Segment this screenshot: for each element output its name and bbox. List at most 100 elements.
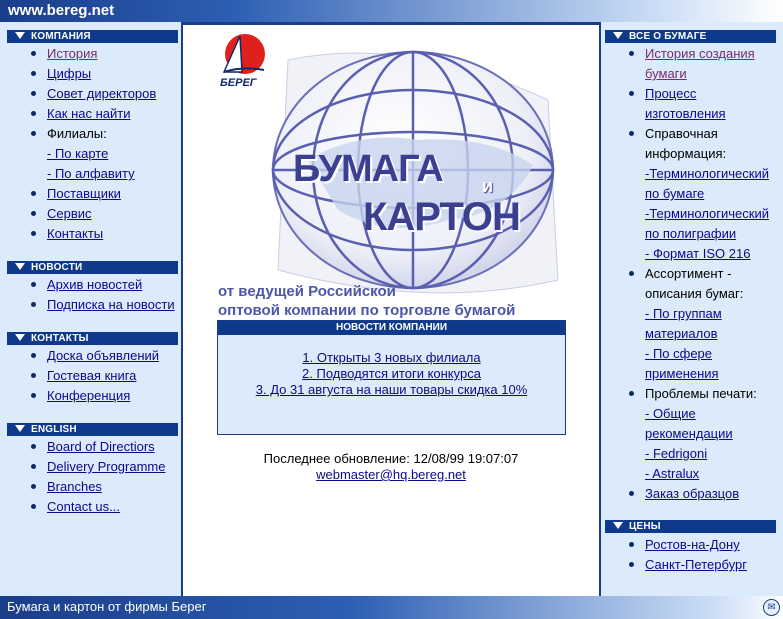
sidebar-item-numbers[interactable]: Цифры bbox=[31, 64, 91, 84]
right-item-samples[interactable]: Заказ образцов bbox=[629, 484, 739, 504]
sidebar-item-by-map[interactable]: - По карте bbox=[47, 144, 108, 164]
link-general-cont[interactable]: рекомендации bbox=[645, 426, 733, 441]
link-astralux[interactable]: - Astralux bbox=[645, 466, 699, 481]
triangle-down-icon bbox=[15, 425, 25, 432]
news-link-1[interactable]: 1. Открыты 3 новых филиала bbox=[302, 350, 480, 365]
right-item-astralux[interactable]: - Astralux bbox=[645, 464, 699, 484]
link-terms-print[interactable]: -Терминологический bbox=[645, 206, 769, 221]
sidebar-item-history[interactable]: История bbox=[31, 44, 97, 64]
triangle-down-icon bbox=[613, 32, 623, 39]
news-item[interactable]: 2. Подводятся итоги конкурса bbox=[218, 366, 565, 381]
right-item-by-use-cont[interactable]: применения bbox=[645, 364, 719, 384]
news-link-3[interactable]: 3. До 31 августа на наши товары скидка 1… bbox=[256, 382, 528, 397]
section-title: КОНТАКТЫ bbox=[31, 333, 89, 344]
link-en-contact[interactable]: Contact us... bbox=[47, 499, 120, 514]
link-location[interactable]: Как нас найти bbox=[47, 106, 131, 121]
link-board[interactable]: Совет директоров bbox=[47, 86, 156, 101]
right-item-by-use[interactable]: - По сфере bbox=[645, 344, 712, 364]
link-service[interactable]: Сервис bbox=[47, 206, 92, 221]
sidebar-item-alphabet[interactable]: - По алфавиту bbox=[47, 164, 135, 184]
right-item-fedrigoni[interactable]: - Fedrigoni bbox=[645, 444, 707, 464]
mail-icon[interactable]: ✉ bbox=[763, 599, 780, 616]
link-history[interactable]: История bbox=[47, 46, 97, 61]
link-by-map[interactable]: - По карте bbox=[47, 146, 108, 161]
link-process[interactable]: Процесс bbox=[645, 86, 696, 101]
right-item-terms-paper[interactable]: -Терминологический bbox=[645, 164, 769, 184]
link-by-group[interactable]: - По группам bbox=[645, 306, 722, 321]
right-item-history-cont[interactable]: бумаги bbox=[645, 64, 687, 84]
link-by-group-cont[interactable]: материалов bbox=[645, 326, 718, 341]
link-fedrigoni[interactable]: - Fedrigoni bbox=[645, 446, 707, 461]
section-header-prices[interactable]: ЦЕНЫ bbox=[605, 520, 776, 533]
sidebar-item-en-board[interactable]: Board of Directiors bbox=[31, 437, 155, 457]
right-item-process[interactable]: Процесс bbox=[629, 84, 696, 104]
site-header: www.bereg.net bbox=[0, 0, 783, 22]
right-item-general[interactable]: - Общие bbox=[645, 404, 696, 424]
link-en-delivery[interactable]: Delivery Programme bbox=[47, 459, 165, 474]
sidebar-item-en-branches[interactable]: Branches bbox=[31, 477, 102, 497]
link-terms-print-cont[interactable]: по полиграфии bbox=[645, 226, 736, 241]
sidebar-item-subscribe[interactable]: Подписка на новости bbox=[31, 295, 175, 315]
triangle-down-icon bbox=[15, 334, 25, 341]
section-header-news[interactable]: НОВОСТИ bbox=[7, 261, 178, 274]
link-by-use[interactable]: - По сфере bbox=[645, 346, 712, 361]
link-spb[interactable]: Санкт-Петербург bbox=[645, 557, 747, 572]
link-suppliers[interactable]: Поставщики bbox=[47, 186, 121, 201]
news-link-2[interactable]: 2. Подводятся итоги конкурса bbox=[302, 366, 481, 381]
section-header-company[interactable]: КОМПАНИЯ bbox=[7, 30, 178, 43]
link-contacts[interactable]: Контакты bbox=[47, 226, 103, 241]
webmaster-email-link[interactable]: webmaster@hq.bereg.net bbox=[316, 467, 466, 482]
right-item-history[interactable]: История создания bbox=[629, 44, 755, 64]
link-subscribe[interactable]: Подписка на новости bbox=[47, 297, 175, 312]
right-item-rostov[interactable]: Ростов-на-Дону bbox=[629, 535, 740, 555]
right-item-process-cont[interactable]: изготовления bbox=[645, 104, 726, 124]
link-terms-paper[interactable]: -Терминологический bbox=[645, 166, 769, 181]
sidebar-item-service[interactable]: Сервис bbox=[31, 204, 92, 224]
link-terms-paper-cont[interactable]: по бумаге bbox=[645, 186, 704, 201]
sidebar-item-news-archive[interactable]: Архив новостей bbox=[31, 275, 142, 295]
section-header-english[interactable]: ENGLISH bbox=[7, 423, 178, 436]
label-assortment: Ассортимент - bbox=[645, 266, 732, 281]
link-bulletin-board[interactable]: Доска объявлений bbox=[47, 348, 159, 363]
sidebar-item-board[interactable]: Совет директоров bbox=[31, 84, 156, 104]
sidebar-item-conference[interactable]: Конференция bbox=[31, 386, 130, 406]
link-en-board[interactable]: Board of Directiors bbox=[47, 439, 155, 454]
link-numbers[interactable]: Цифры bbox=[47, 66, 91, 81]
sidebar-item-contacts[interactable]: Контакты bbox=[31, 224, 103, 244]
news-item[interactable]: 1. Открыты 3 новых филиала bbox=[218, 350, 565, 365]
right-item-by-group-cont[interactable]: материалов bbox=[645, 324, 718, 344]
sidebar-item-en-delivery[interactable]: Delivery Programme bbox=[31, 457, 165, 477]
link-paper-history[interactable]: История создания bbox=[645, 46, 755, 61]
webmaster-email-row[interactable]: webmaster@hq.bereg.net bbox=[183, 467, 599, 482]
sidebar-item-en-contact[interactable]: Contact us... bbox=[31, 497, 120, 517]
link-en-branches[interactable]: Branches bbox=[47, 479, 102, 494]
link-iso-216[interactable]: - Формат ISO 216 bbox=[645, 246, 750, 261]
section-header-contacts[interactable]: КОНТАКТЫ bbox=[7, 332, 178, 345]
right-item-spb[interactable]: Санкт-Петербург bbox=[629, 555, 747, 575]
link-news-archive[interactable]: Архив новостей bbox=[47, 277, 142, 292]
label-reference: Справочная bbox=[645, 126, 718, 141]
link-by-alphabet[interactable]: - По алфавиту bbox=[47, 166, 135, 181]
link-general[interactable]: - Общие bbox=[645, 406, 696, 421]
news-item[interactable]: 3. До 31 августа на наши товары скидка 1… bbox=[218, 382, 565, 397]
right-item-terms-paper-cont[interactable]: по бумаге bbox=[645, 184, 704, 204]
right-item-terms-print-cont[interactable]: по полиграфии bbox=[645, 224, 736, 244]
link-conference[interactable]: Конференция bbox=[47, 388, 130, 403]
sidebar-item-location[interactable]: Как нас найти bbox=[31, 104, 131, 124]
sidebar-item-suppliers[interactable]: Поставщики bbox=[31, 184, 121, 204]
link-rostov[interactable]: Ростов-на-Дону bbox=[645, 537, 740, 552]
right-item-general-cont[interactable]: рекомендации bbox=[645, 424, 733, 444]
link-order-samples[interactable]: Заказ образцов bbox=[645, 486, 739, 501]
right-item-iso[interactable]: - Формат ISO 216 bbox=[645, 244, 750, 264]
sidebar-item-board-ads[interactable]: Доска объявлений bbox=[31, 346, 159, 366]
section-header-paper[interactable]: ВСЕ О БУМАГЕ bbox=[605, 30, 776, 43]
link-paper-history-cont[interactable]: бумаги bbox=[645, 66, 687, 81]
link-guestbook[interactable]: Гостевая книга bbox=[47, 368, 136, 383]
company-logo[interactable]: БЕРЕГ bbox=[218, 32, 268, 89]
hero-title-line2: КАРТОН bbox=[363, 195, 521, 239]
sidebar-item-guestbook[interactable]: Гостевая книга bbox=[31, 366, 136, 386]
right-item-terms-print[interactable]: -Терминологический bbox=[645, 204, 769, 224]
link-by-use-cont[interactable]: применения bbox=[645, 366, 719, 381]
link-process-cont[interactable]: изготовления bbox=[645, 106, 726, 121]
right-item-by-group[interactable]: - По группам bbox=[645, 304, 722, 324]
